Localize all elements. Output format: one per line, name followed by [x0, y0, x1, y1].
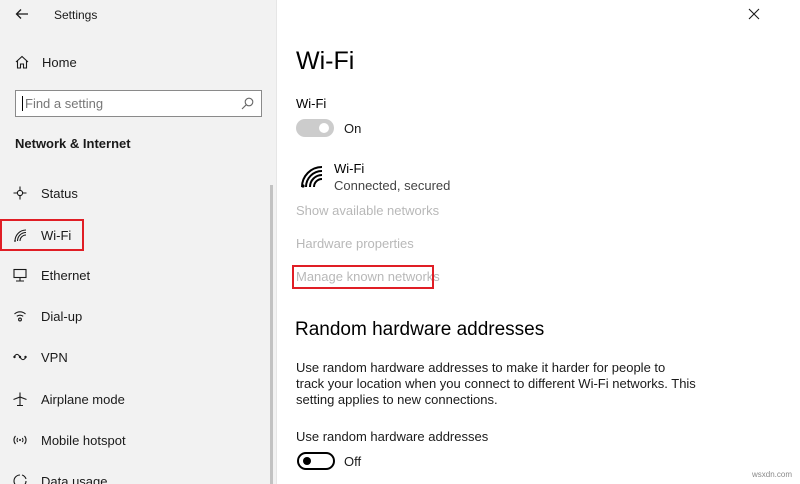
close-icon [748, 8, 760, 20]
page-title: Wi-Fi [296, 47, 355, 75]
network-status: Connected, secured [334, 178, 451, 193]
back-button[interactable] [10, 3, 34, 25]
vpn-icon [13, 353, 27, 361]
wifi-toggle[interactable] [296, 119, 334, 137]
sidebar-scrollbar[interactable] [270, 185, 273, 484]
close-window-button[interactable] [741, 0, 800, 30]
watermark: wsxdn.com [752, 470, 793, 479]
hotspot-icon [13, 435, 27, 445]
ethernet-icon [13, 268, 27, 282]
random-hw-toggle-label: Use random hardware addresses [296, 429, 489, 444]
sidebar-item-label: Data usage [41, 474, 108, 484]
random-hw-toggle[interactable] [297, 452, 335, 470]
random-hw-toggle-state: Off [344, 454, 362, 469]
show-available-networks-link[interactable]: Show available networks [296, 203, 439, 218]
status-icon [13, 186, 27, 200]
app-title: Settings [54, 8, 98, 22]
search-icon[interactable] [241, 97, 254, 110]
sidebar-item-mobile-hotspot[interactable]: Mobile hotspot [0, 425, 268, 455]
section-title: Network & Internet [15, 136, 131, 151]
sidebar-item-data-usage[interactable]: Data usage [0, 466, 268, 484]
wifi-signal-icon [301, 166, 323, 188]
network-name: Wi-Fi [334, 161, 365, 176]
hardware-properties-link[interactable]: Hardware properties [296, 236, 414, 251]
sidebar-item-label: Mobile hotspot [41, 433, 126, 448]
search-box[interactable] [15, 90, 262, 117]
sidebar-item-dialup[interactable]: Dial-up [0, 301, 268, 331]
sidebar-item-label: Dial-up [41, 309, 83, 324]
connected-network[interactable]: Wi-Fi Connected, secured [296, 160, 546, 194]
sidebar-item-label: VPN [41, 350, 68, 365]
random-hw-heading: Random hardware addresses [295, 319, 545, 340]
manage-known-highlight [292, 265, 434, 289]
text-caret [22, 96, 23, 111]
sidebar-item-ethernet[interactable]: Ethernet [0, 260, 268, 290]
data-usage-icon [13, 474, 27, 484]
wifi-toggle-label: Wi-Fi [296, 96, 327, 111]
toggle-knob [319, 123, 329, 133]
wifi-toggle-state: On [344, 121, 362, 136]
home-icon [15, 55, 29, 69]
sidebar-item-vpn[interactable]: VPN [0, 342, 268, 372]
back-arrow-icon [15, 9, 28, 19]
random-hw-description: Use random hardware addresses to make it… [296, 360, 696, 407]
search-input[interactable] [25, 94, 235, 113]
sidebar-item-label: Airplane mode [41, 392, 125, 407]
title-bar: Settings [0, 0, 276, 30]
dialup-icon [14, 311, 26, 322]
sidebar-item-status[interactable]: Status [0, 178, 268, 208]
pane-divider [276, 0, 277, 484]
airplane-icon [13, 392, 27, 407]
selected-item-highlight [0, 219, 84, 251]
sidebar-item-airplane-mode[interactable]: Airplane mode [0, 384, 268, 414]
toggle-knob [303, 457, 311, 465]
sidebar-item-home[interactable]: Home [0, 50, 276, 76]
sidebar-item-label: Ethernet [41, 268, 91, 283]
sidebar-item-label: Status [41, 186, 78, 201]
home-label: Home [42, 55, 77, 70]
